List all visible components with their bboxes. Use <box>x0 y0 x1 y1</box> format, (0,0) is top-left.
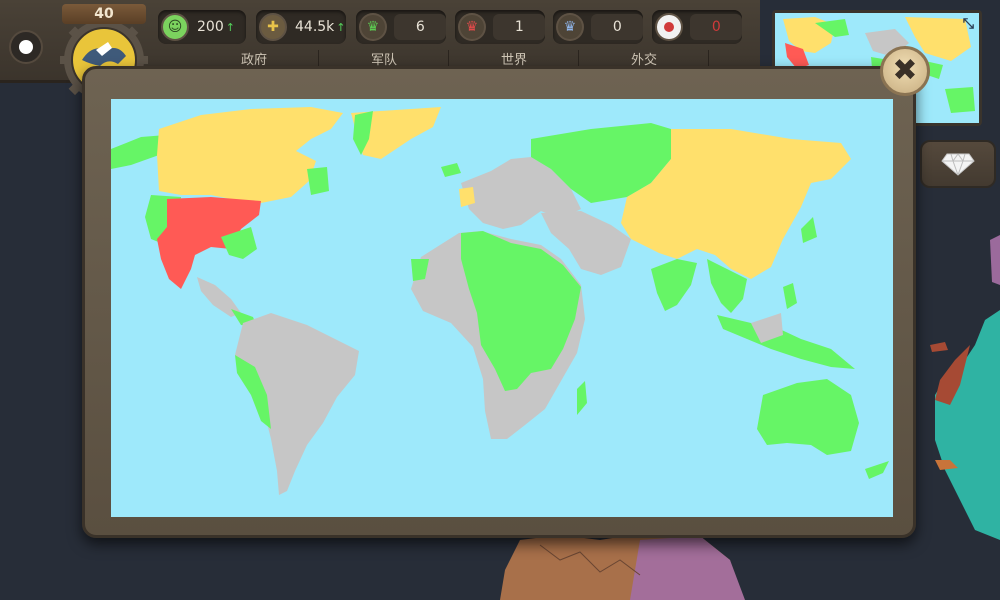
world-map-dialog <box>82 66 916 538</box>
crown-blue-icon: ♛ <box>556 13 584 41</box>
crown-red-icon: ♛ <box>458 13 486 41</box>
stat-flag[interactable]: 0 <box>652 10 742 44</box>
smiley-icon: ☺ <box>161 13 189 41</box>
trend-up-icon: ↑ <box>225 20 235 34</box>
player-level: 40 <box>62 4 146 24</box>
stat-happiness[interactable]: ☺ 200 ↑ <box>158 10 246 44</box>
stat-gold-value: 44.5k <box>295 19 335 35</box>
menu-dot-icon <box>19 40 33 54</box>
japan-flag-icon <box>655 13 683 41</box>
stat-neutral-value: 0 <box>612 19 622 35</box>
stat-allies-value: 6 <box>415 19 425 35</box>
stat-neutral[interactable]: ♛ 0 <box>553 10 643 44</box>
diamond-icon <box>941 153 975 176</box>
world-map-panel <box>111 99 893 517</box>
stat-flag-value: 0 <box>711 19 721 35</box>
world-map[interactable] <box>111 99 893 517</box>
close-icon: ✖ <box>892 53 918 88</box>
stat-happiness-value: 200 <box>197 19 224 35</box>
close-dialog-button[interactable]: ✖ <box>880 46 930 96</box>
stat-enemies[interactable]: ♛ 1 <box>455 10 545 44</box>
stat-gold[interactable]: ✚ 44.5k ↑ <box>256 10 346 44</box>
stat-enemies-value: 1 <box>514 19 524 35</box>
stat-allies[interactable]: ♛ 6 <box>356 10 446 44</box>
expand-icon[interactable]: ⤡ <box>963 16 974 32</box>
menu-button[interactable] <box>9 30 43 64</box>
gold-coins-icon: ✚ <box>259 13 287 41</box>
crown-green-icon: ♛ <box>359 13 387 41</box>
gem-shop-button[interactable] <box>920 140 996 188</box>
trend-up-icon: ↑ <box>336 20 346 34</box>
